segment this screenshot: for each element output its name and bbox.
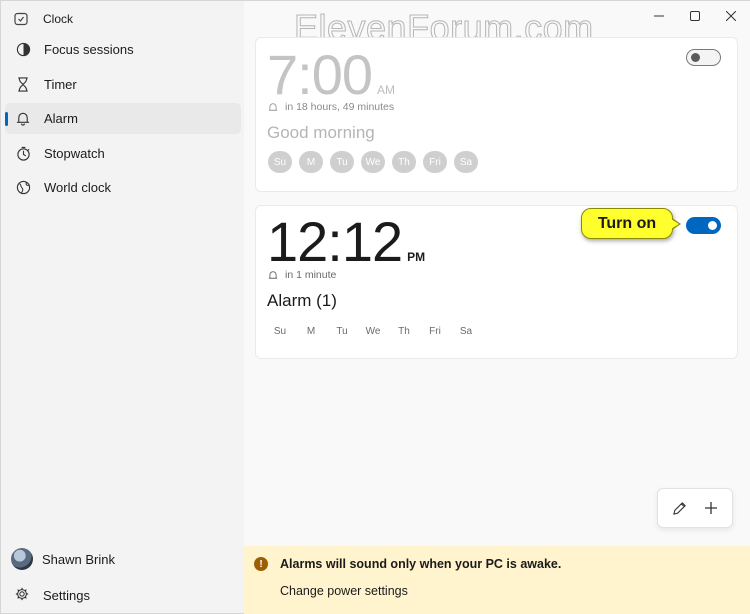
sidebar-item-label: Timer bbox=[44, 76, 77, 92]
alarm-time: 12:12 bbox=[267, 210, 403, 273]
sidebar-item-label: Alarm bbox=[44, 111, 78, 126]
day-chip: We bbox=[365, 325, 381, 337]
sidebar-item-label: Stopwatch bbox=[44, 145, 105, 161]
day-chip: Th bbox=[398, 325, 410, 337]
window-controls bbox=[641, 1, 749, 31]
day-chip: We bbox=[361, 151, 385, 173]
avatar bbox=[11, 548, 33, 570]
minimize-icon bbox=[654, 15, 664, 17]
bell-icon bbox=[15, 111, 31, 127]
power-info-banner: ! Alarms will sound only when your PC is… bbox=[244, 546, 750, 614]
bell-icon bbox=[268, 270, 278, 279]
clock-window: Clock Focus sessions Timer Alarm Stopwat… bbox=[0, 0, 750, 614]
minimize-button[interactable] bbox=[641, 1, 677, 31]
day-chip: Sa bbox=[454, 151, 478, 173]
alarm-ampm: AM bbox=[377, 83, 395, 97]
alarm-toggle[interactable] bbox=[686, 217, 721, 234]
alarm-card[interactable]: 7:00 AM in 18 hours, 49 minutes Good mor… bbox=[255, 37, 738, 192]
globe-icon bbox=[15, 180, 31, 196]
maximize-icon bbox=[690, 11, 700, 21]
alarm-time-row: 12:12 PM bbox=[267, 214, 425, 270]
alarm-toggle[interactable] bbox=[686, 49, 721, 66]
warning-icon: ! bbox=[254, 557, 268, 571]
banner-message: Alarms will sound only when your PC is a… bbox=[280, 557, 562, 571]
sidebar-item-label: World clock bbox=[44, 180, 111, 195]
stopwatch-icon bbox=[15, 145, 31, 161]
day-chip: Sa bbox=[459, 325, 473, 337]
edit-alarms-button[interactable] bbox=[666, 494, 694, 522]
alarm-remaining-text: in 18 hours, 49 minutes bbox=[285, 101, 395, 113]
day-chip: Th bbox=[392, 151, 416, 173]
selection-indicator bbox=[5, 112, 8, 126]
app-title: Clock bbox=[43, 12, 74, 26]
sidebar-item-label: Focus sessions bbox=[44, 42, 134, 57]
alarm-actions bbox=[657, 488, 733, 528]
pencil-icon bbox=[673, 501, 686, 515]
alarm-remaining-text: in 1 minute bbox=[285, 269, 337, 281]
sidebar-item-focus-sessions[interactable]: Focus sessions bbox=[5, 34, 241, 65]
sidebar-item-timer[interactable]: Timer bbox=[5, 69, 241, 100]
day-chip: Fri bbox=[429, 325, 441, 337]
plus-icon bbox=[704, 502, 717, 514]
turn-on-callout: Turn on bbox=[581, 208, 681, 239]
app-title-bar: Clock bbox=[13, 9, 73, 29]
day-chip: Su bbox=[268, 151, 292, 173]
alarm-ampm: PM bbox=[407, 250, 426, 264]
alarm-days: Su M Tu We Th Fri Sa bbox=[268, 151, 478, 173]
change-power-settings-link[interactable]: Change power settings bbox=[280, 584, 408, 598]
clock-app-icon bbox=[13, 11, 29, 27]
settings-label: Settings bbox=[43, 587, 90, 603]
focus-icon bbox=[15, 42, 31, 58]
sidebar-nav: Focus sessions Timer Alarm Stopwatch Wor… bbox=[5, 34, 241, 207]
day-chip: M bbox=[299, 151, 323, 173]
gear-icon bbox=[15, 587, 29, 604]
alarm-time: 7:00 bbox=[267, 43, 373, 106]
add-alarm-button[interactable] bbox=[697, 494, 725, 522]
day-chip: Tu bbox=[336, 325, 348, 337]
alarm-name: Good morning bbox=[267, 123, 375, 142]
alarm-remaining: in 1 minute bbox=[268, 269, 336, 281]
day-chip: M bbox=[306, 325, 316, 337]
alarm-name: Alarm (1) bbox=[267, 291, 337, 310]
alarm-days: Su M Tu We Th Fri Sa bbox=[268, 320, 478, 342]
user-account[interactable]: Shawn Brink bbox=[11, 547, 115, 571]
sidebar-item-alarm[interactable]: Alarm bbox=[5, 103, 241, 134]
sidebar: Clock Focus sessions Timer Alarm Stopwat… bbox=[1, 1, 243, 613]
day-chip: Tu bbox=[330, 151, 354, 173]
settings-button[interactable]: Settings bbox=[15, 585, 90, 605]
sidebar-item-world-clock[interactable]: World clock bbox=[5, 172, 241, 203]
close-icon bbox=[726, 11, 736, 21]
user-name: Shawn Brink bbox=[42, 551, 115, 567]
day-chip: Su bbox=[273, 325, 287, 337]
sidebar-item-stopwatch[interactable]: Stopwatch bbox=[5, 138, 241, 169]
hourglass-icon bbox=[15, 76, 31, 92]
alarm-remaining: in 18 hours, 49 minutes bbox=[268, 101, 394, 113]
bell-icon bbox=[268, 102, 278, 111]
alarm-time-row: 7:00 AM bbox=[267, 47, 395, 103]
close-button[interactable] bbox=[713, 1, 749, 31]
day-chip: Fri bbox=[423, 151, 447, 173]
maximize-button[interactable] bbox=[677, 1, 713, 31]
